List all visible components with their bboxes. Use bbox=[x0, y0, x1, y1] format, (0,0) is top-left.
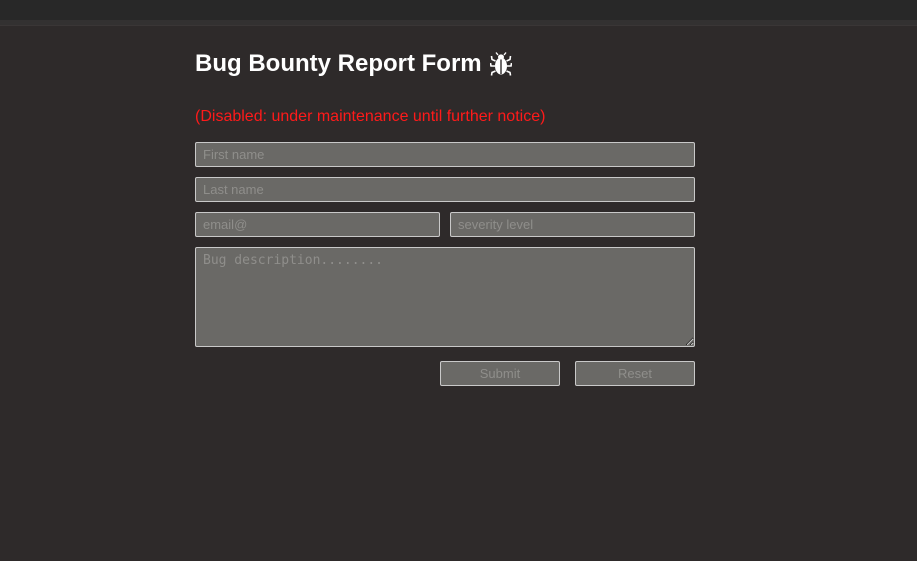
bug-report-form: Bug Bounty Report Form (Disabled: under … bbox=[195, 48, 695, 386]
page-title: Bug Bounty Report Form bbox=[195, 48, 695, 80]
page-title-text: Bug Bounty Report Form bbox=[195, 50, 482, 77]
bug-description-textarea[interactable] bbox=[195, 247, 695, 347]
last-name-input[interactable] bbox=[195, 177, 695, 202]
top-bar-divider-line bbox=[0, 25, 917, 26]
top-bar bbox=[0, 0, 917, 20]
reset-button[interactable]: Reset bbox=[575, 361, 695, 386]
maintenance-notice: (Disabled: under maintenance until furth… bbox=[195, 108, 546, 125]
submit-button[interactable]: Submit bbox=[440, 361, 560, 386]
first-name-input[interactable] bbox=[195, 142, 695, 167]
bug-icon bbox=[489, 52, 512, 76]
severity-level-input[interactable] bbox=[450, 212, 695, 237]
email-input[interactable] bbox=[195, 212, 440, 237]
